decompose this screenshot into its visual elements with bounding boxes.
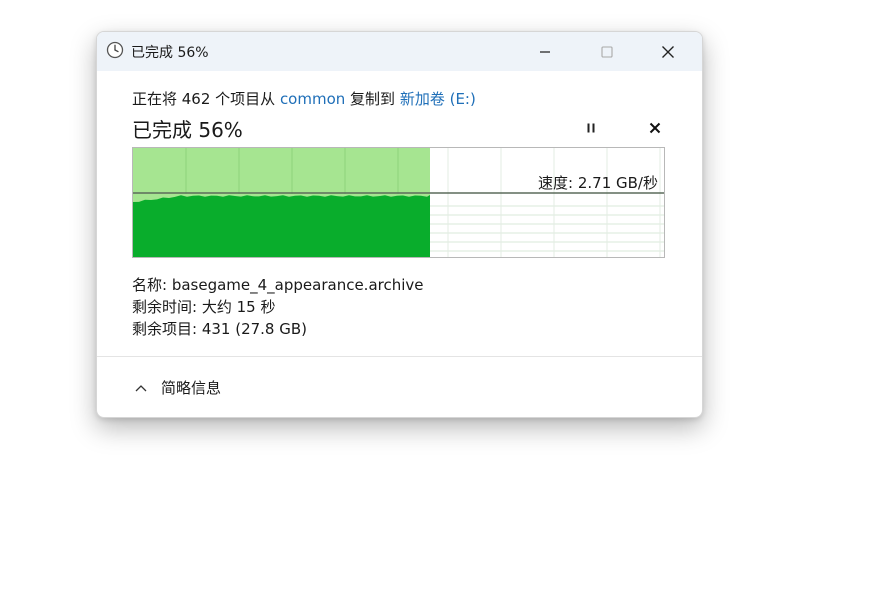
window-close-button[interactable] (645, 32, 691, 71)
destination-link[interactable]: 新加卷 (E:) (400, 90, 476, 108)
speed-graph-canvas (133, 148, 664, 257)
copy-progress-dialog: 已完成 56% 正在将 462 个项目从 common 复制到 新加卷 (E:)… (96, 31, 703, 418)
cancel-icon (649, 122, 661, 134)
minimize-button[interactable] (522, 32, 568, 71)
time-remaining: 剩余时间: 大约 15 秒 (132, 298, 276, 316)
details-panel: 名称: basegame_4_appearance.archive 剩余时间: … (132, 274, 424, 340)
fewer-details-toggle[interactable]: 简略信息 (135, 377, 221, 398)
cancel-button[interactable] (642, 117, 668, 139)
maximize-icon (601, 45, 613, 58)
chevron-up-icon (135, 384, 147, 391)
pause-button[interactable] (578, 117, 604, 139)
fewer-details-label: 简略信息 (161, 379, 222, 397)
copy-prefix: 正在将 462 个项目从 (132, 90, 280, 108)
pause-icon (587, 123, 595, 133)
clock-icon (106, 41, 124, 59)
speed-area (133, 195, 430, 257)
close-icon (662, 45, 674, 58)
title-bar[interactable]: 已完成 56% (97, 32, 702, 71)
copy-middle: 复制到 (345, 90, 400, 108)
window-title: 已完成 56% (131, 45, 209, 61)
items-remaining: 剩余项目: 431 (27.8 GB) (132, 320, 308, 338)
footer-divider (97, 356, 702, 357)
minimize-icon (540, 50, 550, 53)
file-name: 名称: basegame_4_appearance.archive (132, 276, 424, 294)
source-folder-link[interactable]: common (280, 90, 345, 108)
graph-grid (430, 148, 664, 257)
maximize-button[interactable] (584, 32, 630, 71)
speed-graph: 速度: 2.71 GB/秒 (132, 147, 665, 258)
progress-status: 已完成 56% (132, 118, 243, 142)
speed-label: 速度: 2.71 GB/秒 (538, 174, 658, 192)
copy-description: 正在将 462 个项目从 common 复制到 新加卷 (E:) (132, 88, 476, 109)
